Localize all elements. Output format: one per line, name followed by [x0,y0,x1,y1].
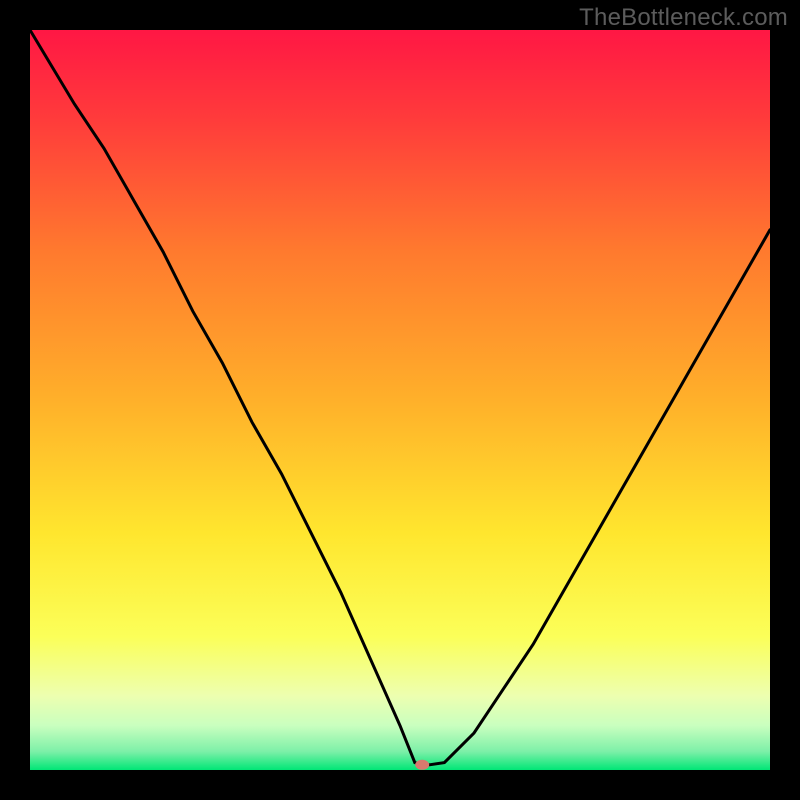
watermark-text: TheBottleneck.com [579,4,788,32]
chart-frame: TheBottleneck.com [0,0,800,800]
chart-background [30,30,770,770]
optimal-point-marker [415,760,429,770]
bottleneck-chart [30,30,770,770]
